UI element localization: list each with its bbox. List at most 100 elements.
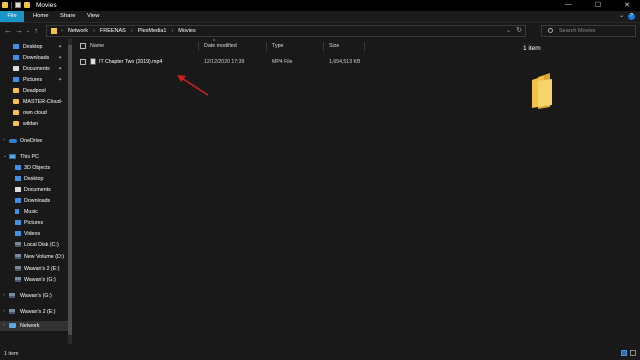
file-name: IT Chapter Two (2019).mp4	[99, 59, 163, 65]
sidebar-item-wawans-2-e-root[interactable]: › Wawan's 2 (E:)	[0, 307, 66, 317]
pin-icon: ✦	[58, 55, 63, 61]
sidebar-item-3d-objects[interactable]: 3D Objects	[0, 163, 66, 173]
sidebar-item-documents-pc[interactable]: Documents	[0, 185, 66, 195]
maximize-button[interactable]: ☐	[595, 1, 601, 9]
expand-ribbon-icon[interactable]: ⌄	[619, 12, 624, 19]
sidebar-item-own-cloud[interactable]: own cloud	[0, 108, 66, 118]
documents-icon	[15, 187, 21, 192]
address-bar[interactable]: › Network › FREENAS › PlexMedia1 › Movie…	[46, 25, 526, 37]
window-title: Movies	[36, 2, 57, 9]
search-icon	[548, 28, 553, 33]
close-button[interactable]: ✕	[624, 1, 630, 9]
chevron-down-icon[interactable]: ⌄	[3, 153, 7, 159]
refresh-icon[interactable]: ↻	[516, 26, 522, 34]
pin-icon: ✦	[58, 77, 63, 83]
sidebar-item-this-pc[interactable]: ⌄ This PC	[0, 152, 66, 162]
file-date: 12/12/2020 17:39	[204, 59, 245, 65]
quick-access-toolbar	[2, 2, 30, 9]
sidebar-item-documents[interactable]: Documents ✦	[0, 64, 66, 74]
sidebar-item-wawans-2-e[interactable]: Wawan's 2 (E:)	[0, 264, 66, 274]
drive-icon	[9, 309, 15, 314]
documents-icon	[13, 66, 19, 71]
sidebar-item-deadpool[interactable]: Deadpool	[0, 86, 66, 96]
sidebar-item-videos[interactable]: Videos	[0, 229, 66, 239]
divider	[11, 2, 12, 9]
up-icon[interactable]: ↑	[34, 26, 38, 35]
file-size: 1,654,513 KB	[329, 59, 361, 65]
chevron-right-icon[interactable]: ›	[3, 137, 5, 143]
sidebar-item-master-cloud[interactable]: MASTER-Cloud-	[0, 97, 66, 107]
select-all-checkbox[interactable]	[80, 43, 86, 49]
navigation-pane: Desktop ✦ Downloads ✦ Documents ✦ Pictur…	[0, 39, 68, 348]
drive-icon	[15, 254, 21, 259]
tab-home[interactable]: Home	[33, 13, 48, 19]
sidebar-item-desktop[interactable]: Desktop ✦	[0, 42, 66, 52]
new-folder-icon[interactable]	[24, 2, 30, 8]
tab-share[interactable]: Share	[60, 13, 75, 19]
item-count: 1 item	[523, 45, 541, 52]
details-view-icon[interactable]	[621, 350, 627, 356]
view-switcher	[621, 350, 636, 356]
folder-icon	[13, 121, 19, 126]
minimize-button[interactable]: —	[565, 1, 572, 9]
breadcrumb-movies[interactable]: Movies	[178, 28, 195, 34]
downloads-icon	[15, 198, 21, 203]
back-icon[interactable]: ←	[4, 26, 12, 35]
column-header-date[interactable]: Date modified	[204, 43, 237, 49]
sidebar-item-wildan[interactable]: wildan	[0, 119, 66, 129]
sidebar-item-pictures[interactable]: Pictures ✦	[0, 75, 66, 85]
status-text: 1 item	[4, 351, 19, 357]
large-icons-view-icon[interactable]	[630, 350, 636, 356]
drive-icon	[15, 242, 21, 247]
breadcrumb-plexmedia1[interactable]: PlexMedia1	[138, 28, 167, 34]
downloads-icon	[13, 55, 19, 60]
forward-icon[interactable]: →	[15, 26, 23, 35]
chevron-right-icon[interactable]: ›	[3, 292, 5, 298]
preview-pane: 1 item	[516, 39, 640, 348]
sidebar-item-new-volume-d[interactable]: New Volume (D:)	[0, 252, 66, 262]
tab-view[interactable]: View	[87, 13, 99, 19]
search-input[interactable]: Search Movies	[541, 25, 636, 37]
sidebar-item-downloads-pc[interactable]: Downloads	[0, 196, 66, 206]
status-bar: 1 item	[0, 348, 640, 360]
sidebar-item-wawans-g-root[interactable]: › Wawan's (G:)	[0, 291, 66, 301]
chevron-right-icon[interactable]: ›	[3, 308, 5, 314]
sidebar-item-onedrive[interactable]: › OneDrive	[0, 136, 66, 146]
pictures-icon	[15, 220, 21, 225]
music-icon	[15, 209, 19, 214]
breadcrumb-network[interactable]: Network	[68, 28, 88, 34]
column-header-size[interactable]: Size	[329, 43, 339, 49]
sidebar-item-network[interactable]: › Network	[0, 321, 68, 331]
breadcrumb: › Network › FREENAS › PlexMedia1 › Movie…	[61, 28, 196, 34]
sidebar-item-downloads[interactable]: Downloads ✦	[0, 53, 66, 63]
column-header-type[interactable]: Type	[272, 43, 283, 49]
videos-icon	[15, 231, 21, 236]
chevron-right-icon[interactable]: ›	[3, 322, 5, 328]
pin-icon: ✦	[58, 66, 63, 72]
sidebar-item-music[interactable]: Music	[0, 207, 66, 217]
chevron-down-icon[interactable]: ⌄	[506, 27, 511, 34]
sidebar-item-pictures-pc[interactable]: Pictures	[0, 218, 66, 228]
breadcrumb-freenas[interactable]: FREENAS	[100, 28, 126, 34]
sidebar-item-local-disk-c[interactable]: Local Disk (C:)	[0, 240, 66, 250]
pin-icon: ✦	[58, 44, 63, 50]
window-controls: — ☐ ✕	[565, 1, 630, 9]
tab-file[interactable]: File	[0, 11, 24, 22]
column-header-name[interactable]: Name	[90, 43, 104, 49]
nav-scrollbar-thumb[interactable]	[68, 45, 72, 335]
properties-icon[interactable]	[15, 2, 21, 8]
title-bar: Movies — ☐ ✕	[0, 0, 640, 11]
ribbon: File Home Share View ⌄ ?	[0, 11, 640, 23]
video-file-icon	[90, 58, 96, 65]
sidebar-item-desktop-pc[interactable]: Desktop	[0, 174, 66, 184]
divider	[323, 42, 324, 51]
sidebar-item-wawans-g[interactable]: Wawan's (G:)	[0, 275, 66, 285]
search-placeholder: Search Movies	[559, 28, 596, 34]
computer-icon	[9, 154, 16, 159]
file-type: MP4 File	[272, 59, 293, 65]
recent-locations-icon[interactable]: ⌄	[26, 28, 30, 34]
folder-icon	[13, 88, 19, 93]
table-row[interactable]: IT Chapter Two (2019).mp4 12/12/2020 17:…	[80, 57, 438, 66]
help-icon[interactable]: ?	[628, 13, 635, 20]
row-checkbox[interactable]	[80, 59, 86, 65]
